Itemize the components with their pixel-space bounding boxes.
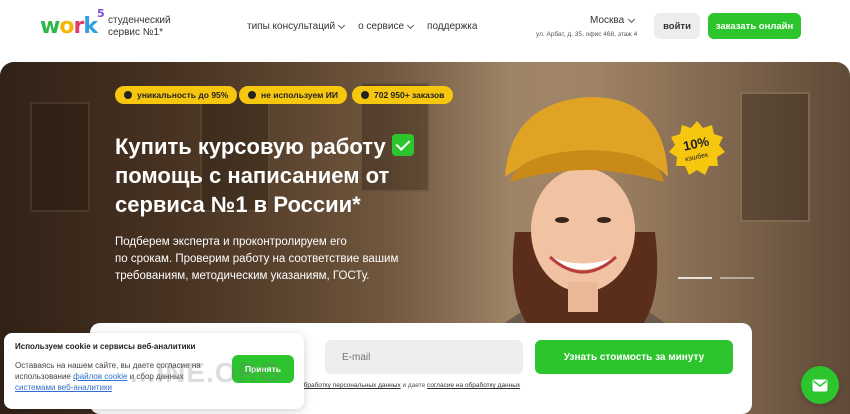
badge-uniqueness: уникальность до 95% bbox=[115, 86, 238, 104]
get-price-button[interactable]: Узнать стоимость за минуту bbox=[535, 340, 733, 374]
logo[interactable]: work5 bbox=[40, 7, 105, 39]
slider-dot-active[interactable] bbox=[678, 277, 712, 279]
office-address: ул. Арбат, д. 35, офис 468, этаж 4 bbox=[536, 31, 638, 38]
no-ai-icon bbox=[248, 91, 256, 99]
cookie-files-link[interactable]: файлов cookie bbox=[73, 372, 127, 381]
badge-no-ai: не используем ИИ bbox=[239, 86, 348, 104]
nav-item-about[interactable]: о сервисе bbox=[358, 21, 415, 32]
data-processing-consent-link[interactable]: согласие на обработку данных bbox=[427, 382, 520, 389]
login-button[interactable]: войти bbox=[654, 13, 700, 39]
main-nav: типы консультаций о сервисе поддержка bbox=[247, 21, 477, 32]
chat-button[interactable] bbox=[801, 366, 839, 404]
fire-icon bbox=[361, 91, 369, 99]
nav-item-support[interactable]: поддержка bbox=[427, 21, 477, 32]
hero-headline: Купить курсовую работу помощь с написани… bbox=[115, 132, 455, 219]
email-field[interactable] bbox=[325, 340, 523, 374]
tagline: студенческий сервис №1* bbox=[108, 15, 171, 38]
nav-item-consultations[interactable]: типы консультаций bbox=[247, 21, 346, 32]
cookie-title: Используем cookie и сервисы веб-аналитик… bbox=[15, 342, 196, 351]
city-selector[interactable]: Москва bbox=[590, 15, 636, 26]
web-analytics-link[interactable]: системами веб-аналитики bbox=[15, 383, 112, 392]
slider-dot[interactable] bbox=[720, 277, 754, 279]
slider-pagination bbox=[678, 277, 754, 279]
order-online-button[interactable]: заказать онлайн bbox=[708, 13, 801, 39]
checkmark-icon bbox=[391, 134, 414, 156]
chevron-down-icon bbox=[338, 21, 346, 29]
personal-data-link[interactable]: обработку персональных данных bbox=[300, 382, 401, 389]
cashback-badge: 10% кэшбек bbox=[669, 121, 725, 175]
watermark: ...INE.ORG bbox=[130, 357, 282, 388]
consent-text: обработку персональных данных и даете со… bbox=[300, 382, 521, 389]
chevron-down-icon bbox=[406, 21, 415, 29]
badge-orders: 702 950+ заказов bbox=[352, 86, 454, 104]
site-header: work5 студенческий сервис №1* типы консу… bbox=[0, 0, 850, 62]
hero-subtext: Подберем эксперта и проконтролируем его … bbox=[115, 236, 399, 282]
chevron-down-icon bbox=[628, 15, 636, 23]
shield-icon bbox=[124, 91, 132, 99]
mail-icon bbox=[812, 379, 828, 391]
